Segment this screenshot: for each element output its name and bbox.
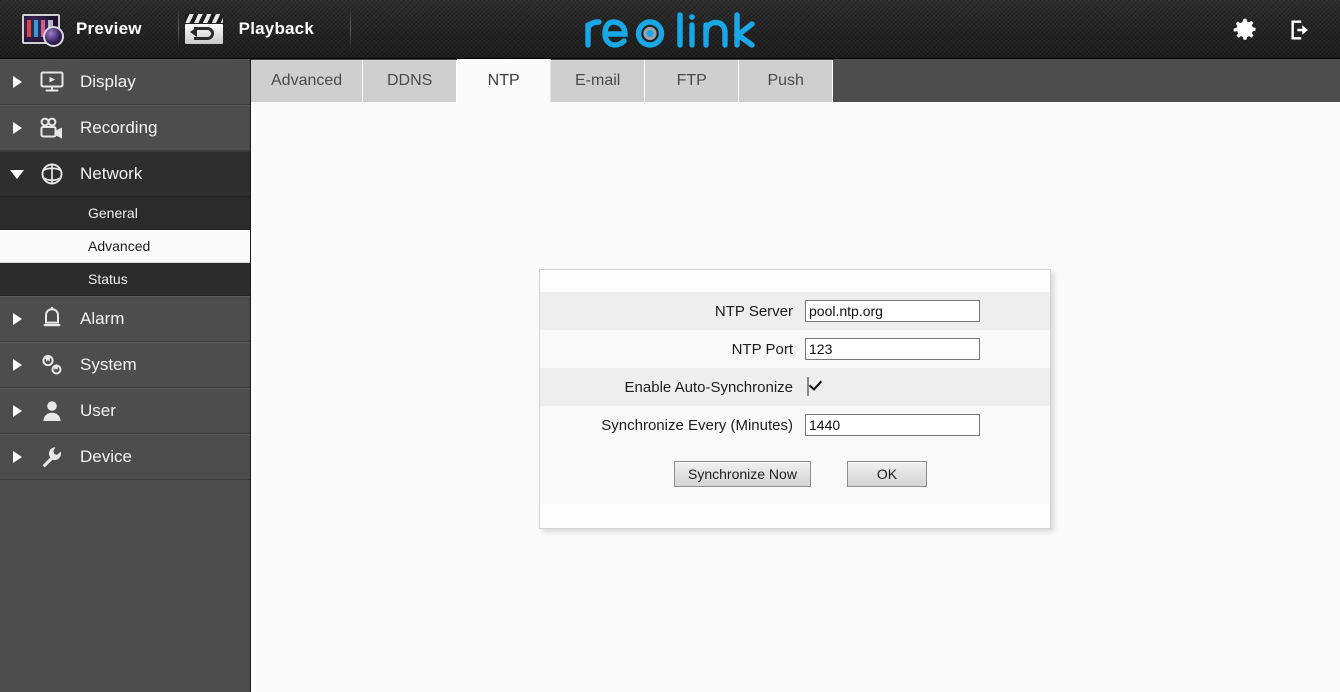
field-row-ntp-port: NTP Port xyxy=(540,330,1050,368)
sidebar-item-system-label: System xyxy=(80,355,137,374)
sidebar-item-network-label: Network xyxy=(80,164,143,183)
nav-item-preview-label: Preview xyxy=(76,19,142,38)
sidebar-item-display[interactable]: Display xyxy=(0,59,250,105)
panel-header-strip xyxy=(540,270,1050,292)
header-nav: Preview Playback xyxy=(0,0,357,59)
panel-button-row: Synchronize Now OK xyxy=(540,444,1050,504)
chevron-right-icon xyxy=(0,359,34,371)
nav-item-playback-label: Playback xyxy=(238,19,314,38)
person-icon xyxy=(34,399,70,423)
header-divider-2 xyxy=(350,9,351,49)
top-header: Preview Playback xyxy=(0,0,1340,59)
sidebar-item-recording[interactable]: Recording xyxy=(0,105,250,151)
sidebar-item-recording-label: Recording xyxy=(80,118,158,137)
tab-ntp[interactable]: NTP xyxy=(457,59,552,102)
tab-ddns-label: DDNS xyxy=(387,72,433,89)
synchronize-now-button[interactable]: Synchronize Now xyxy=(674,461,811,487)
sidebar-subitem-advanced-label: Advanced xyxy=(88,238,151,254)
sidebar-item-display-label: Display xyxy=(80,72,136,91)
application-window: Preview Playback Display Recording Netwo… xyxy=(0,0,1340,692)
tab-ftp-label: FTP xyxy=(676,72,707,89)
logout-button[interactable] xyxy=(1288,17,1314,43)
chevron-right-icon xyxy=(0,313,34,325)
sidebar-item-system[interactable]: System xyxy=(0,342,250,388)
gears-icon xyxy=(34,353,70,377)
header-divider-1 xyxy=(177,9,179,49)
sidebar-item-network[interactable]: Network xyxy=(0,151,250,197)
chevron-right-icon xyxy=(0,451,34,463)
sidebar-item-user[interactable]: User xyxy=(0,388,250,434)
tab-advanced-label: Advanced xyxy=(271,72,343,89)
tab-email-label: E-mail xyxy=(575,72,621,89)
nav-item-preview[interactable]: Preview xyxy=(22,0,172,59)
preview-monitor-icon xyxy=(22,14,64,47)
sidebar-subitem-general-label: General xyxy=(88,205,138,221)
wrench-icon xyxy=(34,445,70,469)
sidebar-item-device[interactable]: Device xyxy=(0,434,250,480)
sidebar-subitem-advanced[interactable]: Advanced xyxy=(0,230,250,263)
tab-ntp-label: NTP xyxy=(487,71,520,89)
tab-push[interactable]: Push xyxy=(739,60,834,102)
tab-bar-filler xyxy=(833,60,1340,102)
ntp-port-label: NTP Port xyxy=(731,340,793,358)
field-row-ntp-server: NTP Server xyxy=(540,292,1050,330)
ntp-server-label: NTP Server xyxy=(714,302,793,320)
tab-push-label: Push xyxy=(767,72,804,89)
bell-icon xyxy=(34,307,70,331)
tab-advanced[interactable]: Advanced xyxy=(251,60,364,102)
sidebar-item-alarm[interactable]: Alarm xyxy=(0,296,250,342)
settings-button[interactable] xyxy=(1232,17,1258,43)
sidebar: Display Recording Network General Advanc… xyxy=(0,59,251,692)
main-content: NTP Server NTP Port Enable Auto-Synchron… xyxy=(251,102,1340,692)
ntp-port-input[interactable] xyxy=(805,338,980,360)
chevron-right-icon xyxy=(0,76,34,88)
camcorder-icon xyxy=(34,117,70,139)
tab-ftp[interactable]: FTP xyxy=(645,60,740,102)
ok-button[interactable]: OK xyxy=(846,461,927,487)
synchronize-every-label: Synchronize Every (Minutes) xyxy=(601,416,793,434)
settings-tab-bar: Advanced DDNS NTP E-mail FTP Push xyxy=(251,59,1340,102)
sidebar-item-alarm-label: Alarm xyxy=(80,309,125,328)
tab-email[interactable]: E-mail xyxy=(551,60,646,102)
sidebar-subitem-status-label: Status xyxy=(88,271,128,287)
nav-item-playback[interactable]: Playback xyxy=(184,0,344,59)
sidebar-item-device-label: Device xyxy=(80,447,132,466)
ntp-settings-panel: NTP Server NTP Port Enable Auto-Synchron… xyxy=(539,269,1051,529)
synchronize-every-input[interactable] xyxy=(805,414,980,436)
sidebar-subitem-general[interactable]: General xyxy=(0,197,250,230)
sidebar-subitem-status[interactable]: Status xyxy=(0,263,250,296)
field-row-sync-interval: Synchronize Every (Minutes) xyxy=(540,406,1050,444)
synchronize-every-control xyxy=(805,414,980,436)
sidebar-item-user-label: User xyxy=(80,401,116,420)
enable-auto-synchronize-checkbox[interactable] xyxy=(807,377,809,396)
chevron-right-icon xyxy=(0,405,34,417)
chevron-right-icon xyxy=(0,122,34,134)
monitor-icon xyxy=(34,71,70,93)
chevron-down-icon xyxy=(0,169,34,179)
ntp-server-input[interactable] xyxy=(805,300,980,322)
playback-clapperboard-icon xyxy=(184,14,223,44)
globe-icon xyxy=(34,162,70,186)
header-actions xyxy=(1232,0,1314,59)
ntp-port-control xyxy=(805,338,980,360)
tab-ddns[interactable]: DDNS xyxy=(363,60,458,102)
ntp-server-control xyxy=(805,300,980,322)
enable-auto-synchronize-label: Enable Auto-Synchronize xyxy=(624,378,793,396)
enable-auto-synchronize-control xyxy=(805,377,809,396)
field-row-auto-synchronize: Enable Auto-Synchronize xyxy=(540,368,1050,406)
